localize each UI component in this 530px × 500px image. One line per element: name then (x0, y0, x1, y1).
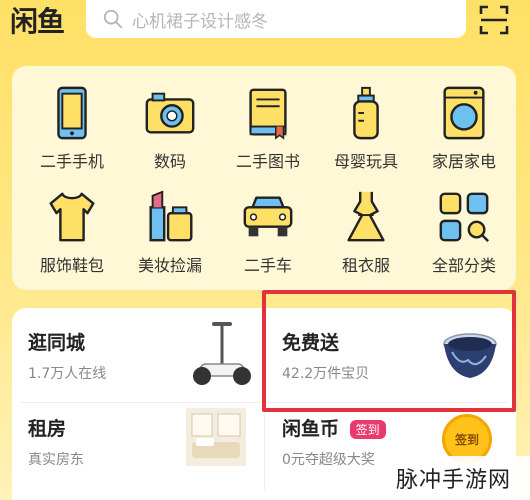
search-bar[interactable]: 心机裙子设计感冬 (86, 0, 466, 38)
room-image (186, 408, 246, 466)
sign-in-badge[interactable]: 签到 (349, 420, 386, 439)
category-baby[interactable]: 母婴玩具 (316, 84, 416, 184)
category-beauty[interactable]: 美妆捡漏 (120, 188, 220, 288)
search-placeholder: 心机裙子设计感冬 (132, 11, 268, 32)
car-icon (243, 196, 293, 237)
scan-icon[interactable] (478, 4, 510, 36)
category-cars[interactable]: 二手车 (218, 188, 318, 288)
category-phone[interactable]: 二手手机 (22, 84, 122, 184)
category-digital[interactable]: 数码 (120, 84, 220, 184)
category-panel: 二手手机 数码 二手图书 母婴玩具 家居家电 服饰鞋包 美妆捡漏 二手车 租衣服… (12, 66, 516, 290)
camera-icon (145, 92, 195, 134)
watermark: 脉冲手游网 (388, 456, 530, 500)
baby-bottle-icon (353, 86, 379, 140)
tshirt-icon (49, 192, 95, 242)
category-home[interactable]: 家居家电 (414, 84, 514, 184)
highlight-box (262, 290, 516, 412)
app-logo[interactable]: 闲鱼 (10, 4, 74, 40)
book-icon (249, 88, 287, 140)
category-rent-clothes[interactable]: 租衣服 (316, 188, 416, 288)
balance-scooter-image (193, 322, 251, 385)
category-all[interactable]: 全部分类 (414, 188, 514, 288)
dress-icon (347, 191, 385, 242)
category-clothing[interactable]: 服饰鞋包 (22, 188, 122, 288)
card-rent-house[interactable]: 租房 真实房东 (28, 414, 84, 469)
all-categories-icon (439, 192, 490, 243)
washing-machine-icon (443, 86, 485, 140)
phone-icon (57, 86, 87, 140)
cosmetics-icon (149, 190, 193, 242)
header: 闲鱼 心机裙子设计感冬 (0, 0, 530, 48)
card-xianyu-coins[interactable]: 闲鱼币 签到 0元夺超级大奖 (282, 414, 386, 469)
card-nearby[interactable]: 逛同城 1.7万人在线 (28, 328, 106, 383)
category-books[interactable]: 二手图书 (218, 84, 318, 184)
search-icon (103, 9, 123, 29)
